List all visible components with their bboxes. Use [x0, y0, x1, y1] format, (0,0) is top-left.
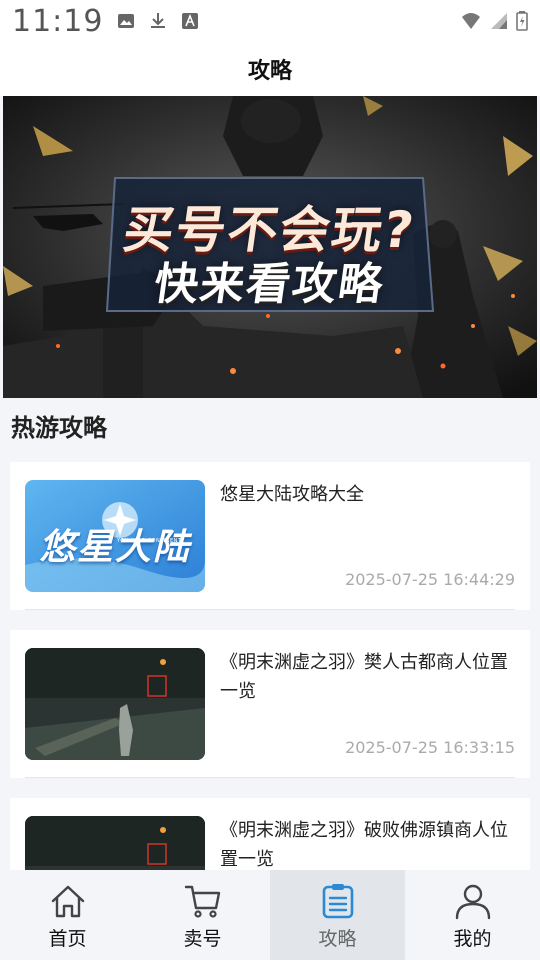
tab-home[interactable]: 首页: [0, 870, 135, 960]
article-list: 悠星大陆 YOU XING CONTINENT 悠星大陆攻略大全 2025-07…: [10, 462, 530, 870]
cart-icon: [184, 885, 220, 918]
section-title: 热游攻略: [11, 414, 107, 442]
article-thumbnail: 悠星大陆 YOU XING CONTINENT: [25, 480, 205, 592]
article-card[interactable]: 悠星大陆 YOU XING CONTINENT 悠星大陆攻略大全 2025-07…: [10, 462, 530, 610]
battery-icon: [516, 11, 528, 31]
status-bar: 11:19: [0, 0, 540, 42]
tab-label: 攻略: [318, 928, 357, 950]
font-app-icon: [182, 13, 199, 29]
divider: [25, 777, 515, 778]
article-date: 2025-07-25 16:33:15: [345, 738, 515, 757]
article-card[interactable]: 《明末渊虚之羽》破败佛源镇商人位置一览: [10, 798, 530, 870]
status-time: 11:19: [12, 3, 104, 39]
tab-label: 卖号: [183, 928, 222, 950]
status-system-icons: [460, 11, 528, 31]
tab-label: 我的: [453, 928, 492, 950]
page-title: 攻略: [247, 59, 292, 84]
thumb-game-logo: 悠星大陆: [39, 527, 192, 568]
download-icon: [151, 13, 166, 28]
article-date: 2025-07-25 16:44:29: [345, 570, 515, 589]
signal-icon: [491, 13, 507, 29]
home-icon: [51, 885, 84, 918]
bottom-tab-bar: 首页 卖号 攻略 我的: [0, 870, 540, 960]
clipboard-icon: [322, 884, 353, 919]
divider: [25, 609, 515, 610]
thumb-game-subtitle: YOU XING CONTINENT: [117, 538, 182, 544]
tab-sell[interactable]: 卖号: [135, 870, 270, 960]
article-title: 《明末渊虚之羽》樊人古都商人位置一览: [220, 652, 508, 702]
article-card[interactable]: 《明末渊虚之羽》樊人古都商人位置一览 2025-07-25 16:33:15: [10, 630, 530, 778]
tab-label: 首页: [48, 928, 87, 950]
tab-guides[interactable]: 攻略: [270, 870, 405, 960]
wifi-icon: [462, 13, 480, 29]
article-title: 悠星大陆攻略大全: [220, 484, 364, 505]
article-thumbnail: [25, 648, 205, 760]
header: 攻略: [0, 42, 540, 96]
user-icon: [455, 884, 490, 920]
promo-banner[interactable]: 买号不会玩? 快来看攻略: [3, 96, 537, 398]
gallery-icon: [118, 14, 135, 28]
article-thumbnail: [25, 816, 205, 870]
banner-subheadline: 快来看攻略: [150, 259, 388, 310]
status-notification-icons: [117, 12, 199, 30]
tab-profile[interactable]: 我的: [405, 870, 540, 960]
article-title: 《明末渊虚之羽》破败佛源镇商人位置一览: [220, 820, 508, 870]
